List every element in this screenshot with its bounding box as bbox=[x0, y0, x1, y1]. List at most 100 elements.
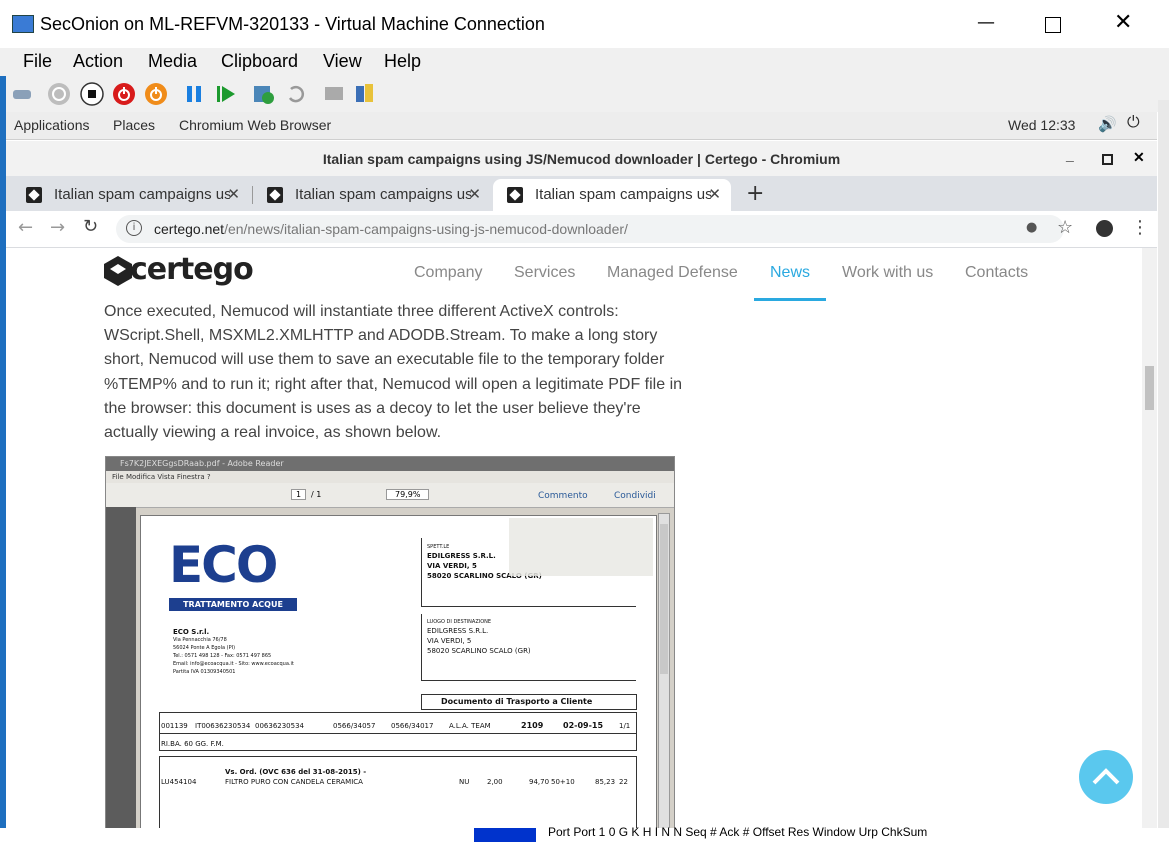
volume-icon[interactable]: 🔊 bbox=[1098, 115, 1117, 133]
enhanced-session-icon[interactable] bbox=[322, 82, 346, 106]
logo-text: certego bbox=[130, 252, 254, 287]
item-vat: 22 bbox=[619, 778, 628, 786]
power-icon[interactable]: ⏻ bbox=[1127, 114, 1140, 132]
certego-favicon-icon bbox=[507, 187, 523, 203]
pagamento: RI.BA. 60 GG. F.M. bbox=[161, 740, 224, 748]
vm-menu-bar: File Action Media Clipboard View Help bbox=[0, 48, 1169, 76]
places-menu[interactable]: Places bbox=[113, 117, 155, 133]
zoom-value: 79,9% bbox=[386, 489, 430, 500]
dest-name: EDILGRESS S.R.L. bbox=[427, 627, 489, 635]
maximize-icon[interactable] bbox=[1045, 17, 1061, 33]
company-name: ECO S.r.l. bbox=[173, 628, 210, 636]
ctrl-alt-del-icon[interactable] bbox=[10, 82, 34, 106]
spett-label: SPETT.LE bbox=[427, 544, 450, 550]
reset-icon[interactable] bbox=[214, 82, 238, 106]
back-icon[interactable]: ← bbox=[18, 217, 33, 238]
forward-icon[interactable]: → bbox=[50, 217, 65, 238]
clock[interactable]: Wed 12:33 bbox=[1008, 117, 1075, 133]
tab-close-icon[interactable]: ✕ bbox=[227, 185, 240, 203]
nav-services[interactable]: Services bbox=[514, 264, 575, 282]
telefono: 0566/34057 bbox=[333, 722, 376, 730]
applications-menu[interactable]: Applications bbox=[14, 117, 90, 133]
company-city: 56024 Ponte A Egola (PI) bbox=[173, 645, 236, 651]
tab-2[interactable]: Italian spam campaigns us ✕ bbox=[253, 179, 491, 211]
item-total: 85,23 bbox=[595, 778, 616, 786]
popup-hint bbox=[509, 518, 653, 576]
reload-icon[interactable]: ↻ bbox=[83, 216, 98, 237]
certego-logo[interactable]: certego bbox=[104, 252, 254, 292]
save-state-icon[interactable] bbox=[144, 82, 168, 106]
data-documento: 02-09-15 bbox=[563, 721, 604, 730]
blocked-icon[interactable]: ● bbox=[1026, 220, 1037, 235]
share-icon[interactable] bbox=[352, 82, 376, 106]
luogo-label: LUOGO DI DESTINAZIONE bbox=[427, 619, 492, 625]
omnibox[interactable]: i certego.net/en/news/italian-spam-campa… bbox=[116, 215, 1073, 243]
app-menu[interactable]: Chromium Web Browser bbox=[179, 117, 331, 133]
minimize-icon[interactable]: — bbox=[977, 12, 995, 33]
item-description: FILTRO PURO CON CANDELA CERAMICA bbox=[225, 778, 363, 786]
reader-scrollbar bbox=[658, 513, 670, 828]
close-icon[interactable]: ✕ bbox=[1114, 10, 1132, 35]
menu-kebab-icon[interactable]: ⋮ bbox=[1131, 217, 1149, 238]
revert-icon[interactable] bbox=[284, 82, 308, 106]
scroll-to-top-button[interactable] bbox=[1079, 750, 1133, 804]
chromium-minimize-icon[interactable]: _ bbox=[1066, 147, 1074, 163]
numero-documento: 2109 bbox=[521, 721, 544, 730]
tab-1[interactable]: Italian spam campaigns us ✕ bbox=[12, 179, 250, 211]
nav-contacts[interactable]: Contacts bbox=[965, 264, 1028, 282]
chromium-close-icon[interactable]: ✕ bbox=[1133, 149, 1145, 166]
menu-help[interactable]: Help bbox=[384, 51, 421, 72]
chromium-maximize-icon[interactable] bbox=[1102, 154, 1113, 165]
pause-icon[interactable] bbox=[182, 82, 206, 106]
item-discount: 50+10 bbox=[551, 778, 575, 786]
info-icon[interactable]: i bbox=[126, 220, 142, 236]
reader-sidebar bbox=[106, 507, 136, 828]
tab-close-icon[interactable]: ✕ bbox=[708, 185, 721, 203]
codice-fiscale: 00636230534 bbox=[255, 722, 304, 730]
company-phone: Tel.: 0571 498 128 - Fax: 0571 497 865 bbox=[173, 653, 272, 659]
item-price: 94,70 bbox=[529, 778, 550, 786]
nav-news[interactable]: News bbox=[770, 264, 810, 282]
reader-menu: File Modifica Vista Finestra ? bbox=[106, 471, 674, 483]
items-table bbox=[159, 756, 637, 828]
shutdown-icon[interactable] bbox=[112, 82, 136, 106]
start-icon[interactable] bbox=[47, 82, 71, 106]
profile-icon[interactable] bbox=[1096, 220, 1113, 237]
url-text[interactable]: certego.net/en/news/italian-spam-campaig… bbox=[154, 221, 628, 237]
tab-close-icon[interactable]: ✕ bbox=[468, 185, 481, 203]
pagina: 1/1 bbox=[619, 722, 631, 730]
chromium-window-title: Italian spam campaigns using JS/Nemucod … bbox=[322, 151, 841, 167]
dest-street: VIA VERDI, 5 bbox=[427, 637, 472, 645]
company-email: Email: info@ecoacqua.it - Sito: www.ecoa… bbox=[173, 661, 294, 667]
menu-clipboard[interactable]: Clipboard bbox=[221, 51, 298, 72]
bookmark-star-icon[interactable]: ☆ bbox=[1057, 217, 1073, 238]
nav-work-with-us[interactable]: Work with us bbox=[842, 264, 933, 282]
new-tab-icon[interactable]: + bbox=[746, 181, 764, 206]
reader-title-bar: Fs7K2JEXEGgsDRaab.pdf - Adobe Reader bbox=[106, 457, 674, 471]
page-total: / 1 bbox=[311, 490, 322, 499]
tab-strip: Italian spam campaigns us ✕ Italian spam… bbox=[6, 176, 1157, 211]
turnoff-icon[interactable] bbox=[80, 82, 104, 106]
nav-company[interactable]: Company bbox=[414, 264, 482, 282]
menu-media[interactable]: Media bbox=[148, 51, 197, 72]
toolbar: ← → ↻ i certego.net/en/news/italian-spam… bbox=[6, 211, 1157, 248]
pdf-screenshot: Fs7K2JEXEGgsDRaab.pdf - Adobe Reader Fil… bbox=[105, 456, 675, 828]
checkpoint-icon[interactable] bbox=[252, 82, 276, 106]
menu-view[interactable]: View bbox=[323, 51, 362, 72]
menu-action[interactable]: Action bbox=[73, 51, 123, 72]
condividi-link: Condividi bbox=[614, 491, 656, 501]
tab-label: Italian spam campaigns us bbox=[535, 186, 711, 203]
tab-label: Italian spam campaigns us bbox=[54, 186, 230, 203]
background-window-strip: Port Port 1 0 G K H I N N Seq # Ack # Of… bbox=[0, 825, 1169, 842]
tab-3-active[interactable]: Italian spam campaigns us ✕ bbox=[493, 179, 731, 211]
reader-toolbar: 1 / 1 79,9% Commento Condividi bbox=[106, 483, 674, 508]
nav-managed-defense[interactable]: Managed Defense bbox=[607, 264, 738, 282]
chromium-title-bar: Italian spam campaigns using JS/Nemucod … bbox=[6, 141, 1157, 176]
scroll-thumb[interactable] bbox=[1145, 366, 1154, 410]
background-text: Port Port 1 0 G K H I N N Seq # Ack # Of… bbox=[548, 825, 928, 839]
page-scrollbar[interactable] bbox=[1142, 248, 1157, 828]
nav-news-underline bbox=[754, 298, 826, 301]
company-address: Via Pennacchia 76/78 bbox=[173, 637, 227, 643]
menu-file[interactable]: File bbox=[23, 51, 52, 72]
item-order: Vs. Ord. (OVC 636 del 31-08-2015) - bbox=[225, 768, 367, 776]
